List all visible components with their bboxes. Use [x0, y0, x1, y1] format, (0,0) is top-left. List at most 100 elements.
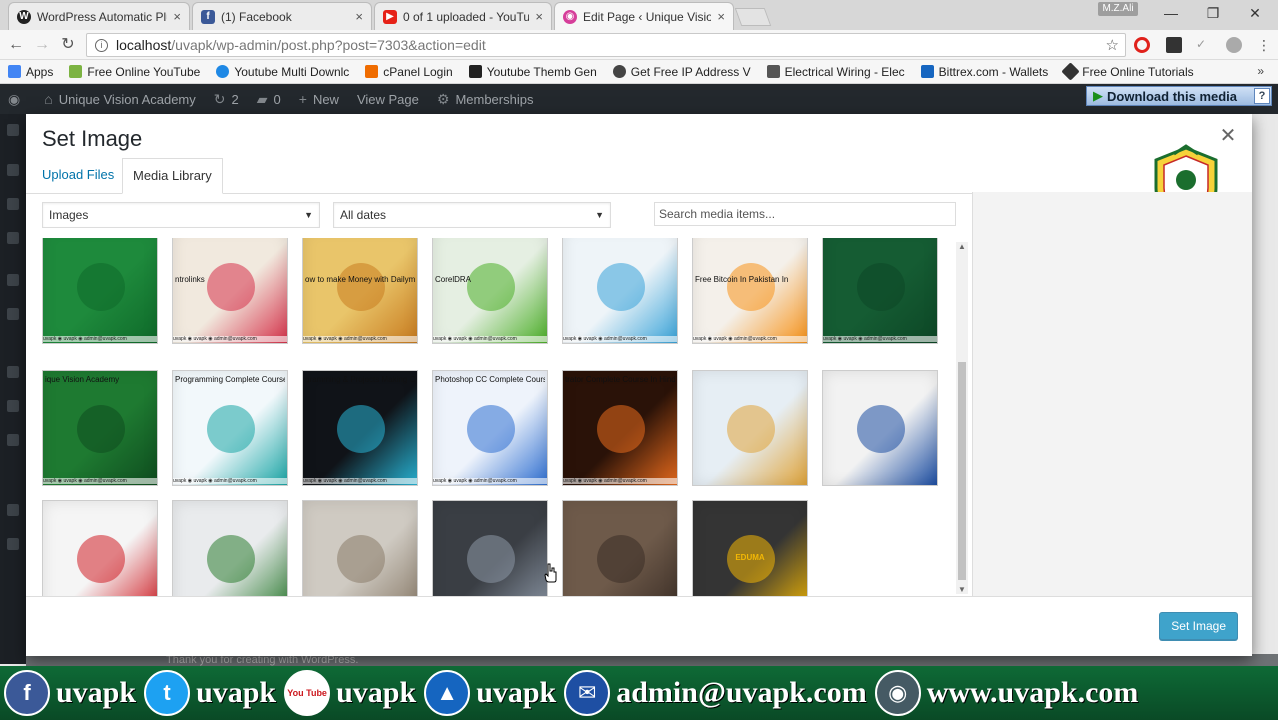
new-tab-button[interactable]: [734, 8, 772, 26]
media-thumbnail[interactable]: [562, 500, 678, 596]
scrollbar-thumb[interactable]: [958, 362, 966, 580]
media-thumbnail[interactable]: [692, 370, 808, 486]
bookmark-item[interactable]: Free Online Tutorials: [1061, 62, 1194, 81]
browser-tab-wordpress[interactable]: W WordPress Automatic Plu ×: [8, 2, 190, 30]
restore-icon[interactable]: ❐: [1192, 0, 1234, 26]
adminbar-new[interactable]: + New: [299, 91, 339, 107]
bookmark-item[interactable]: Electrical Wiring - Elec: [766, 65, 905, 79]
close-icon[interactable]: ✕: [1218, 126, 1238, 146]
users-icon[interactable]: [7, 400, 19, 412]
adminbar-site-name[interactable]: ⌂ Unique Vision Academy: [44, 91, 196, 107]
twitter-icon: t: [144, 670, 191, 716]
scroll-up-icon[interactable]: ▲: [958, 242, 966, 251]
media-thumbnail[interactable]: EDUMA: [692, 500, 808, 596]
check-extension-icon[interactable]: ✓: [1196, 37, 1212, 53]
address-bar[interactable]: i localhost/uvapk/wp-admin/post.php?post…: [86, 33, 1126, 57]
browser-user-badge[interactable]: M.Z.Ali: [1098, 2, 1138, 16]
tools-icon[interactable]: [7, 434, 19, 446]
banner-label: uvapk: [336, 676, 417, 709]
facebook-icon: f: [201, 9, 215, 24]
close-icon[interactable]: ×: [173, 9, 181, 24]
media-thumbnail[interactable]: trator Complete Course In Hindi Urdu uvap…: [562, 370, 678, 486]
tab-title: (1) Facebook: [221, 9, 292, 24]
media-thumbnail[interactable]: [432, 500, 548, 596]
media-thumbnail[interactable]: uvapk ◉ uvapk ◉ admin@uvapk.com: [562, 238, 678, 344]
reload-icon[interactable]: ↻: [58, 36, 78, 56]
media-thumbnail[interactable]: [42, 500, 158, 596]
media-type-select[interactable]: Images ▼: [42, 202, 320, 228]
media-search-input[interactable]: [654, 202, 956, 226]
tab-upload-files[interactable]: Upload Files: [32, 158, 124, 194]
star-icon[interactable]: ☆: [1106, 36, 1119, 54]
opera-extension-icon[interactable]: [1134, 37, 1150, 53]
set-image-button[interactable]: Set Image: [1159, 612, 1238, 640]
media-thumbnail[interactable]: CorelDRA uvapk ◉ uvapk ◉ admin@uvapk.com: [432, 238, 548, 344]
appearance-icon[interactable]: [7, 308, 19, 320]
media-thumbnail[interactable]: uvapk ◉ uvapk ◉ admin@uvapk.com: [42, 238, 158, 344]
thumbnail-image: [77, 263, 125, 311]
info-icon[interactable]: i: [95, 38, 108, 52]
adminbar-memberships[interactable]: ⚙ Memberships: [437, 91, 534, 108]
browser-tab-facebook[interactable]: f (1) Facebook ×: [192, 2, 372, 30]
close-icon[interactable]: ×: [355, 9, 363, 24]
wp-logo-icon[interactable]: ◉: [8, 91, 26, 108]
forward-icon[interactable]: →: [32, 36, 52, 56]
bookmark-item[interactable]: Get Free IP Address V: [612, 65, 751, 79]
thumbnail-image: [207, 263, 255, 311]
media-thumbnail[interactable]: ntrolinks uvapk ◉ uvapk ◉ admin@uvapk.com: [172, 238, 288, 344]
bookmark-item[interactable]: cPanel Login: [365, 65, 453, 79]
media-scrollbar[interactable]: ▲ ▼: [956, 242, 968, 594]
media-thumbnail[interactable]: Photoshop CC Complete Course uvapk ◉ uvap…: [432, 370, 548, 486]
media-thumbnail[interactable]: Programming Complete Course In Urdu uvapk…: [172, 370, 288, 486]
media-thumbnail[interactable]: Free Bitcoin In Pakistan In uvapk ◉ uvapk…: [692, 238, 808, 344]
close-icon[interactable]: ×: [535, 9, 543, 24]
comments-icon[interactable]: [7, 274, 19, 286]
bookmark-item[interactable]: Youtube Themb Gen: [468, 65, 597, 79]
adminbar-updates[interactable]: ↻ 2: [214, 91, 239, 108]
media-thumbnail[interactable]: ique Vision Academy uvapk ◉ uvapk ◉ admin…: [42, 370, 158, 486]
settings-icon[interactable]: [7, 538, 19, 550]
security-icon[interactable]: [7, 504, 19, 516]
close-window-icon[interactable]: ✕: [1234, 0, 1276, 26]
youtube-icon: ▶: [383, 9, 397, 24]
help-icon[interactable]: ?: [1254, 88, 1270, 104]
play-icon: ▶: [1093, 88, 1103, 103]
plus-icon: +: [298, 91, 307, 107]
bookmark-icon: [612, 65, 626, 78]
close-icon[interactable]: ×: [717, 9, 725, 24]
bookmark-item[interactable]: Youtube Multi Downlc: [216, 65, 349, 79]
media-icon[interactable]: [7, 198, 19, 210]
back-icon[interactable]: ←: [6, 36, 26, 56]
media-thumbnail[interactable]: [302, 500, 418, 596]
posts-icon[interactable]: [7, 164, 19, 176]
tab-title: 0 of 1 uploaded - YouTu: [403, 9, 530, 24]
browser-tab-youtube[interactable]: ▶ 0 of 1 uploaded - YouTu ×: [374, 2, 552, 30]
media-thumbnail[interactable]: gramming & Projects Making Comp uvapk ◉ u…: [302, 370, 418, 486]
media-thumbnail[interactable]: [172, 500, 288, 596]
extension-icon[interactable]: [1226, 37, 1242, 53]
media-thumbnail[interactable]: uvapk ◉ uvapk ◉ admin@uvapk.com: [822, 238, 938, 344]
download-media-button[interactable]: ▶ Download this media ?: [1086, 86, 1272, 106]
bookmark-apps[interactable]: Apps: [8, 65, 53, 79]
plugins-icon[interactable]: [7, 366, 19, 378]
media-date-select[interactable]: All dates ▼: [333, 202, 611, 228]
home-icon: ⌂: [44, 91, 53, 107]
thumbnail-watermark: uvapk ◉ uvapk ◉ admin@uvapk.com: [563, 336, 677, 342]
minimize-icon[interactable]: —: [1150, 0, 1192, 26]
browser-tab-edit-page[interactable]: ◉ Edit Page ‹ Unique Vision ×: [554, 2, 734, 30]
chevron-right-icon[interactable]: »: [1257, 64, 1264, 78]
bookmark-item[interactable]: Bittrex.com - Wallets: [920, 65, 1048, 79]
pages-icon[interactable]: [7, 232, 19, 244]
adminbar-comments[interactable]: ▰ 0: [257, 91, 281, 108]
media-thumbnail[interactable]: ow to make Money with Dailymotion uvapk ◉…: [302, 238, 418, 344]
bookmark-item[interactable]: Free Online YouTube: [69, 65, 200, 79]
media-thumbnail[interactable]: [822, 370, 938, 486]
extension-icon[interactable]: [1166, 37, 1182, 53]
thumbnail-image: [727, 263, 775, 311]
menu-icon[interactable]: ⋮: [1254, 36, 1274, 56]
modal-tabs: Upload Files Media Library: [26, 158, 972, 194]
tab-media-library[interactable]: Media Library: [122, 158, 223, 194]
adminbar-view-page[interactable]: View Page: [357, 92, 419, 107]
scroll-down-icon[interactable]: ▼: [958, 585, 966, 594]
dashboard-icon[interactable]: [7, 124, 19, 136]
